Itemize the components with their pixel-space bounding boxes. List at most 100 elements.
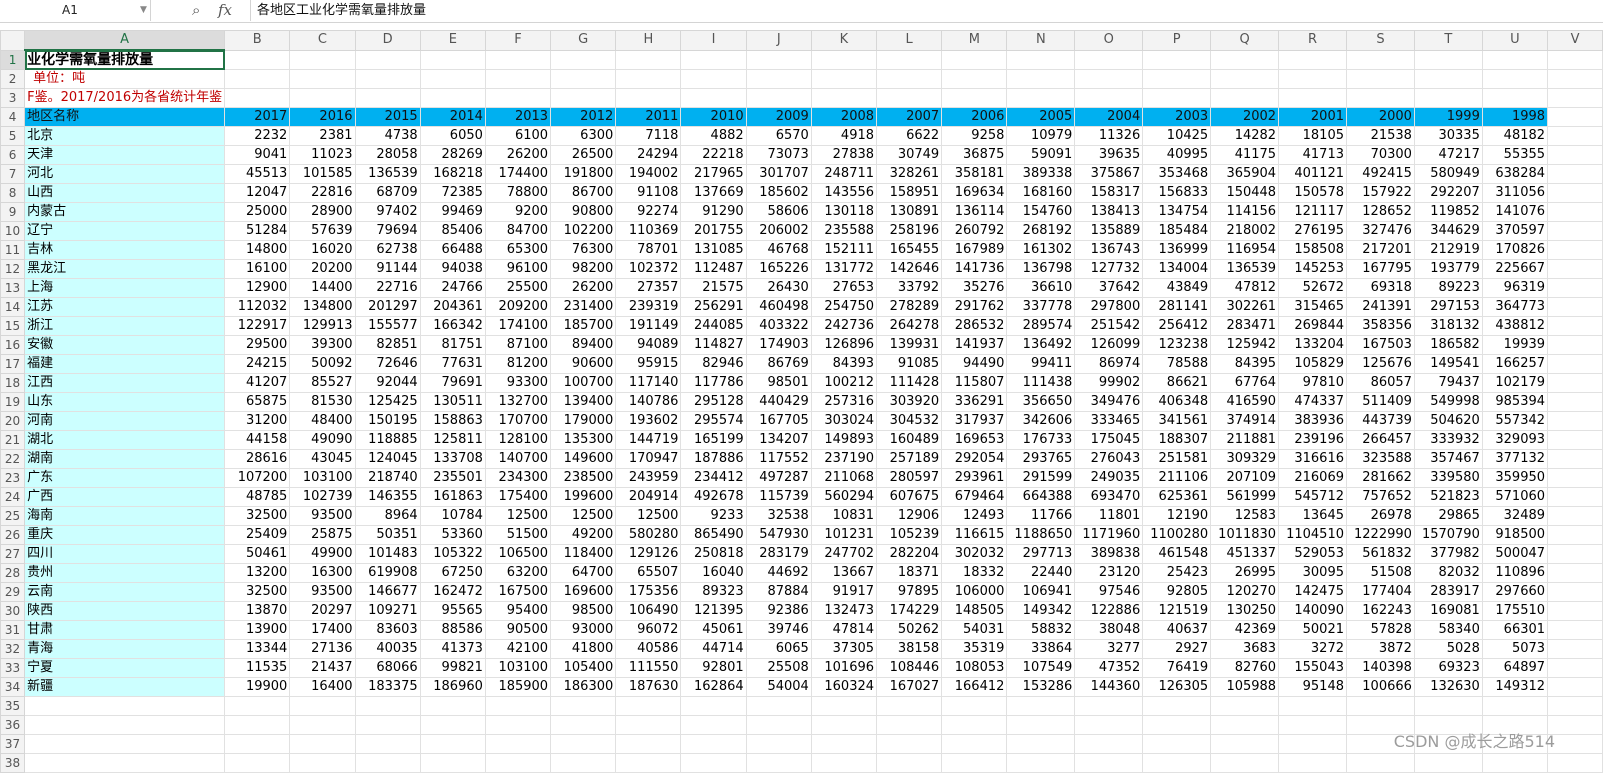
value-cell[interactable]: 191149 — [615, 316, 682, 336]
value-cell[interactable]: 29500 — [224, 335, 291, 355]
grid-cell[interactable] — [24, 715, 226, 735]
value-cell[interactable]: 438812 — [1481, 316, 1549, 336]
grid-cell[interactable] — [1346, 753, 1415, 773]
row-header[interactable]: 37 — [0, 734, 26, 754]
grid-cell[interactable] — [1547, 582, 1603, 602]
value-cell[interactable]: 175045 — [1074, 430, 1144, 450]
value-cell[interactable]: 94490 — [941, 354, 1008, 374]
value-cell[interactable]: 22816 — [289, 183, 356, 203]
row-header[interactable]: 4 — [0, 107, 26, 127]
row-header[interactable]: 25 — [0, 506, 26, 526]
value-cell[interactable]: 19939 — [1481, 335, 1549, 355]
value-cell[interactable]: 6622 — [876, 126, 943, 146]
region-cell[interactable]: 海南 — [24, 506, 226, 526]
value-cell[interactable]: 62738 — [354, 240, 421, 260]
grid-cell[interactable] — [1006, 49, 1076, 70]
grid-cell[interactable] — [419, 88, 486, 108]
value-cell[interactable]: 6570 — [745, 126, 812, 146]
value-cell[interactable]: 112032 — [224, 297, 291, 317]
value-cell[interactable]: 109271 — [354, 601, 421, 621]
region-cell[interactable]: 天津 — [24, 145, 226, 165]
value-cell[interactable]: 1171960 — [1074, 525, 1144, 545]
value-cell[interactable]: 86769 — [745, 354, 812, 374]
grid-cell[interactable] — [941, 734, 1008, 754]
row-header[interactable]: 38 — [0, 753, 26, 773]
value-cell[interactable]: 281141 — [1142, 297, 1212, 317]
value-cell[interactable]: 115739 — [745, 487, 812, 507]
value-cell[interactable]: 27838 — [810, 145, 878, 165]
chevron-down-icon[interactable]: ▼ — [140, 0, 147, 21]
value-cell[interactable]: 114156 — [1210, 202, 1280, 222]
grid-cell[interactable] — [615, 734, 682, 754]
year-header-cell[interactable]: 2009 — [745, 107, 812, 127]
value-cell[interactable]: 333932 — [1413, 430, 1483, 450]
value-cell[interactable]: 328261 — [876, 164, 943, 184]
grid-cell[interactable] — [484, 715, 552, 735]
column-header-h[interactable]: H — [615, 30, 682, 51]
value-cell[interactable]: 529053 — [1278, 544, 1347, 564]
value-cell[interactable]: 30335 — [1413, 126, 1483, 146]
value-cell[interactable]: 218002 — [1210, 221, 1280, 241]
grid-cell[interactable] — [615, 69, 682, 89]
value-cell[interactable]: 93500 — [289, 582, 356, 602]
value-cell[interactable]: 2927 — [1142, 639, 1212, 659]
value-cell[interactable]: 170700 — [484, 411, 552, 431]
grid-cell[interactable] — [1210, 715, 1280, 735]
grid-cell[interactable] — [876, 88, 943, 108]
row-header[interactable]: 11 — [0, 240, 26, 260]
region-cell[interactable]: 广东 — [24, 468, 226, 488]
value-cell[interactable]: 79691 — [419, 373, 486, 393]
value-cell[interactable]: 170826 — [1481, 240, 1549, 260]
value-cell[interactable]: 44692 — [745, 563, 812, 583]
value-cell[interactable]: 44714 — [680, 639, 747, 659]
value-cell[interactable]: 102739 — [289, 487, 356, 507]
value-cell[interactable]: 204914 — [615, 487, 682, 507]
column-header-f[interactable]: F — [484, 30, 552, 51]
value-cell[interactable]: 401121 — [1278, 164, 1347, 184]
value-cell[interactable]: 283179 — [745, 544, 812, 564]
value-cell[interactable]: 111438 — [1006, 373, 1076, 393]
value-cell[interactable]: 204361 — [419, 297, 486, 317]
value-cell[interactable]: 54004 — [745, 677, 812, 697]
value-cell[interactable]: 91108 — [615, 183, 682, 203]
grid-cell[interactable] — [941, 715, 1008, 735]
value-cell[interactable]: 211881 — [1210, 430, 1280, 450]
value-cell[interactable]: 144719 — [615, 430, 682, 450]
value-cell[interactable]: 282204 — [876, 544, 943, 564]
value-cell[interactable]: 27136 — [289, 639, 356, 659]
value-cell[interactable]: 40637 — [1142, 620, 1212, 640]
grid-cell[interactable] — [1006, 715, 1076, 735]
year-header-cell[interactable]: 2008 — [810, 107, 878, 127]
value-cell[interactable]: 511409 — [1346, 392, 1415, 412]
value-cell[interactable]: 25500 — [484, 278, 552, 298]
grid-cell[interactable] — [1413, 49, 1483, 70]
value-cell[interactable]: 41713 — [1278, 145, 1347, 165]
year-header-cell[interactable]: 2003 — [1142, 107, 1212, 127]
region-cell[interactable]: 宁夏 — [24, 658, 226, 678]
value-cell[interactable]: 625361 — [1142, 487, 1212, 507]
value-cell[interactable]: 110896 — [1481, 563, 1549, 583]
select-all-corner[interactable] — [0, 30, 26, 51]
column-header-j[interactable]: J — [745, 30, 812, 51]
value-cell[interactable]: 44158 — [224, 430, 291, 450]
grid-cell[interactable] — [1547, 126, 1603, 146]
value-cell[interactable]: 291762 — [941, 297, 1008, 317]
value-cell[interactable]: 276043 — [1074, 449, 1144, 469]
value-cell[interactable]: 103100 — [289, 468, 356, 488]
value-cell[interactable]: 9200 — [484, 202, 552, 222]
value-cell[interactable]: 144360 — [1074, 677, 1144, 697]
value-cell[interactable]: 148505 — [941, 601, 1008, 621]
grid-cell[interactable] — [876, 49, 943, 70]
value-cell[interactable]: 31200 — [224, 411, 291, 431]
value-cell[interactable]: 92044 — [354, 373, 421, 393]
value-cell[interactable]: 231400 — [550, 297, 617, 317]
grid-cell[interactable] — [680, 49, 747, 70]
grid-cell[interactable] — [1278, 715, 1347, 735]
value-cell[interactable]: 115807 — [941, 373, 1008, 393]
value-cell[interactable]: 12500 — [484, 506, 552, 526]
value-cell[interactable]: 167500 — [484, 582, 552, 602]
value-cell[interactable]: 152111 — [810, 240, 878, 260]
grid-cell[interactable] — [354, 715, 421, 735]
value-cell[interactable]: 24294 — [615, 145, 682, 165]
value-cell[interactable]: 234300 — [484, 468, 552, 488]
